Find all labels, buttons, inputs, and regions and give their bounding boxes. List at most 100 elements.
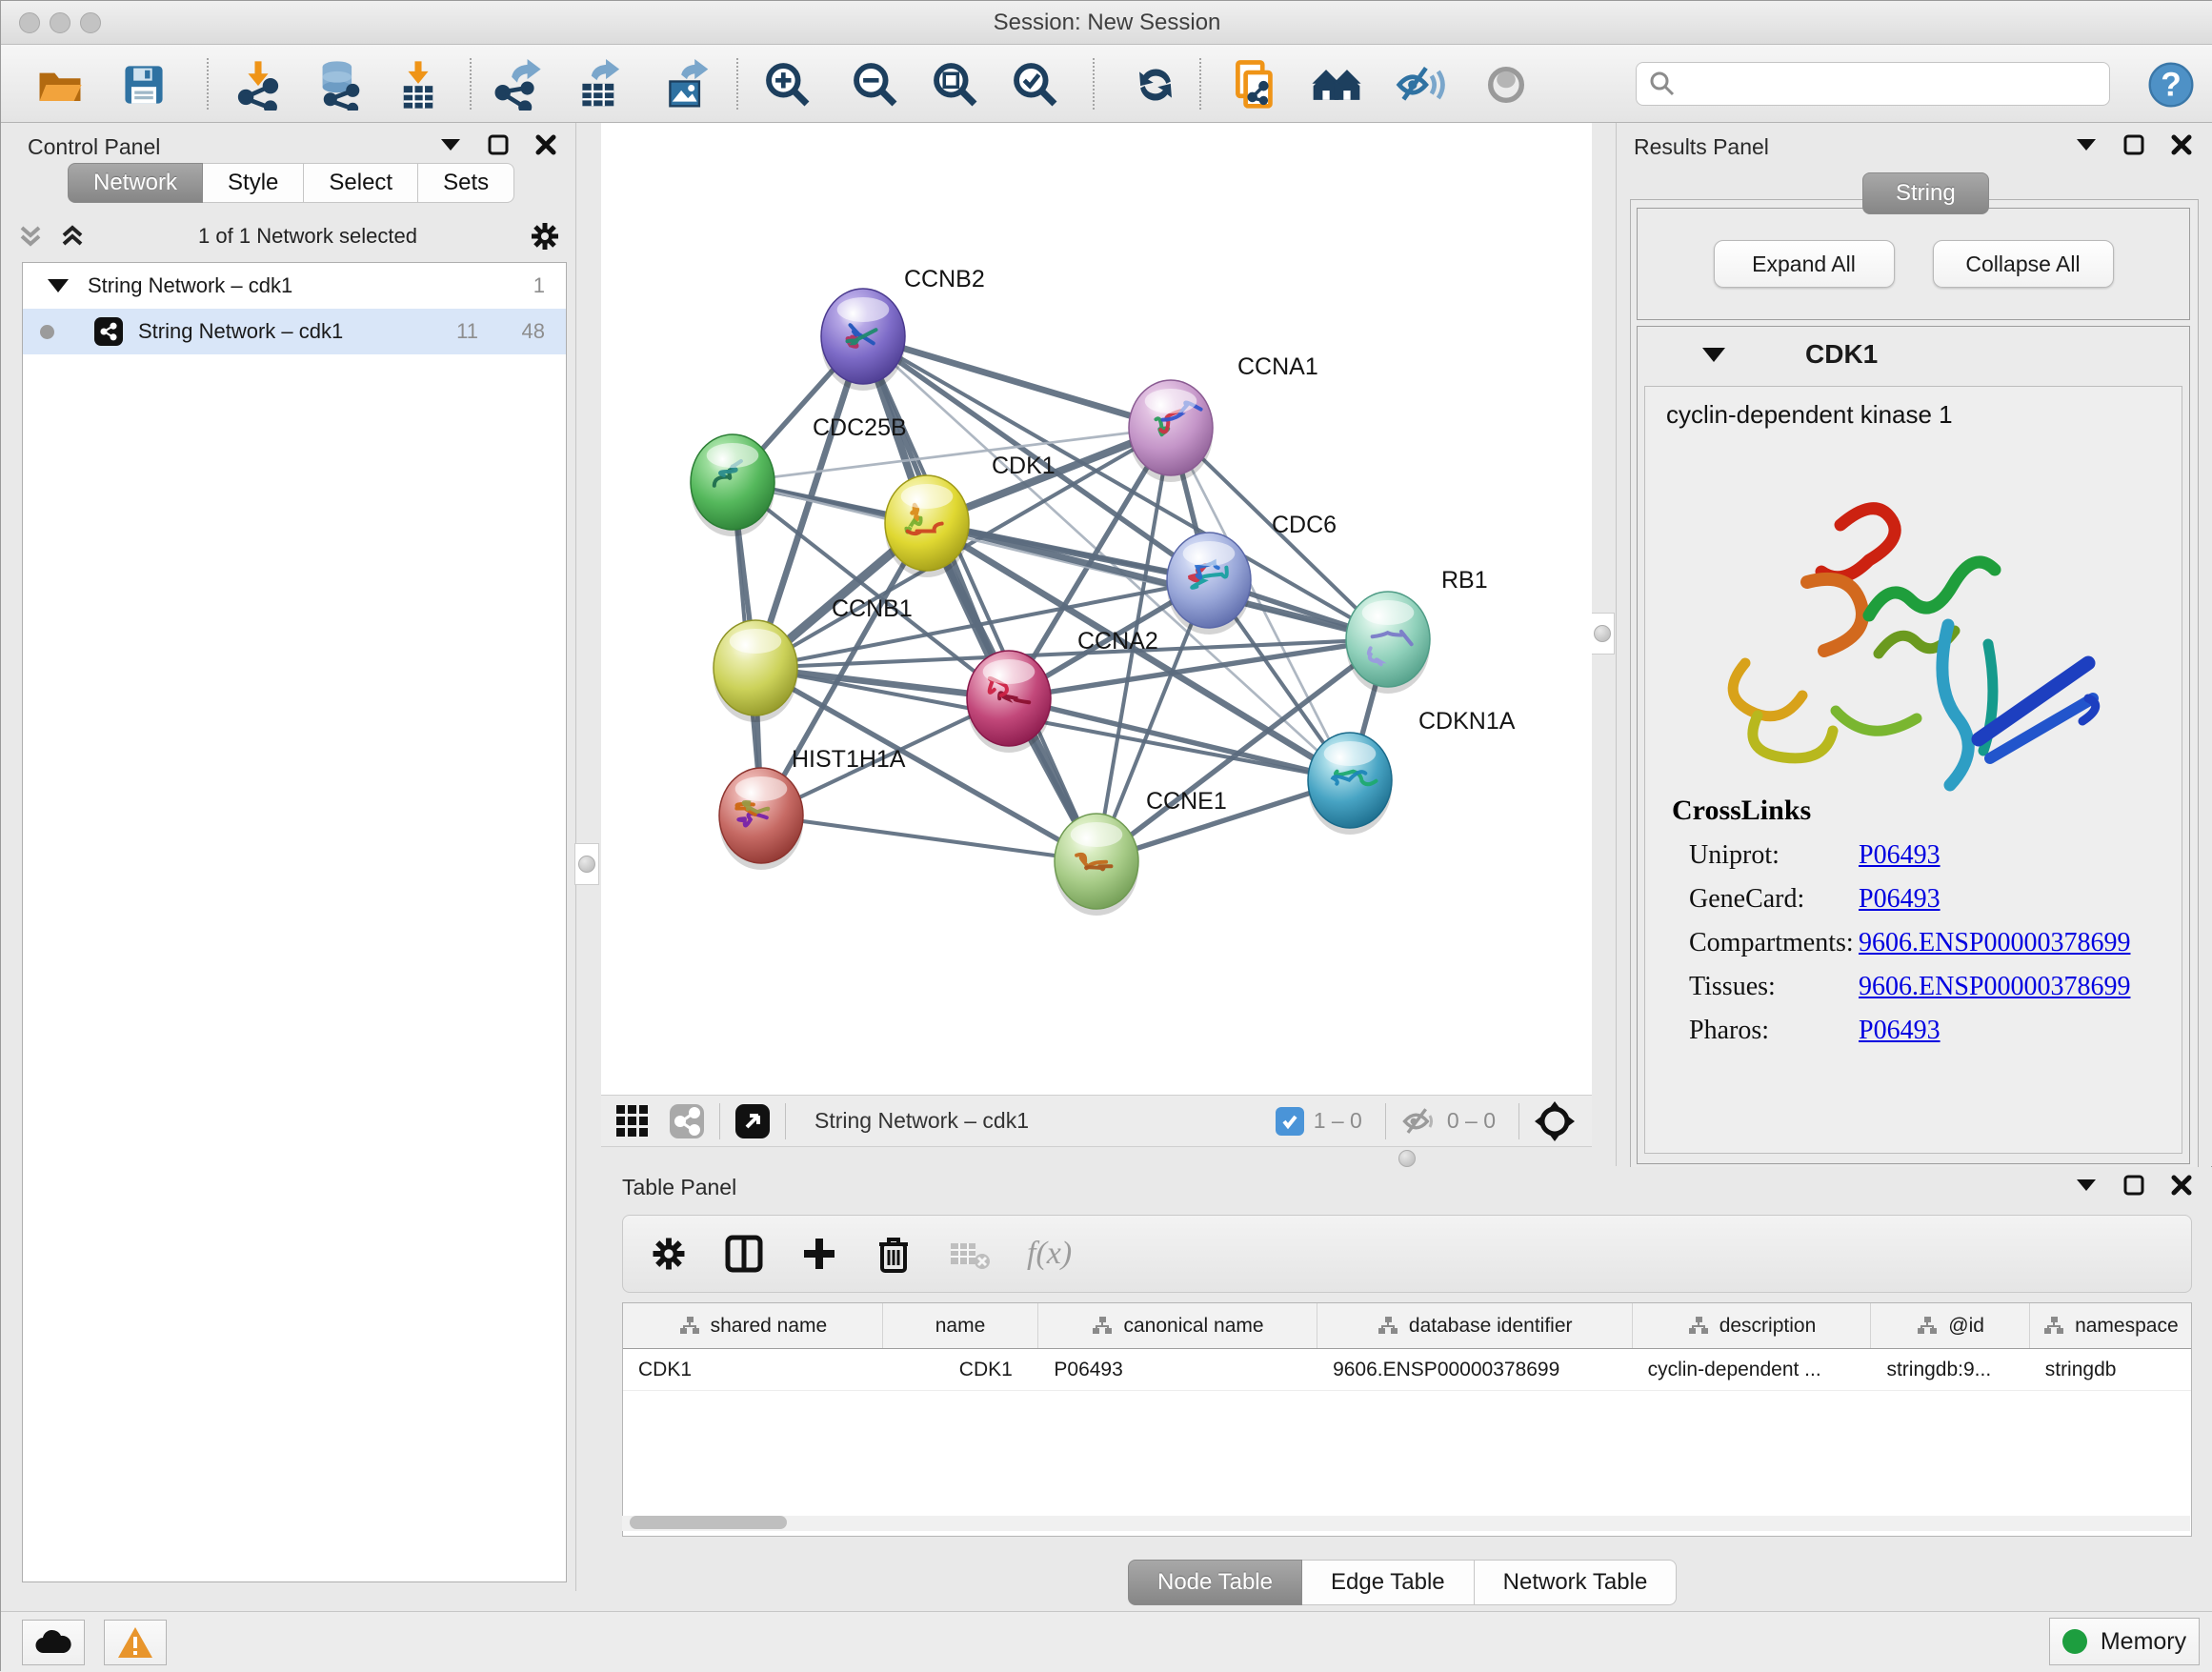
network-node-CDC6[interactable] [1167, 533, 1251, 635]
table-row[interactable]: CDK1 CDK1 P06493 9606.ENSP00000378699 cy… [623, 1349, 2191, 1391]
network-view-icon[interactable] [668, 1102, 706, 1140]
tab-string[interactable]: String [1862, 172, 1989, 214]
protein-structure-image [1693, 458, 2141, 801]
memory-button[interactable]: Memory [2049, 1618, 2200, 1665]
network-graph[interactable]: CCNB2CCNA1CDC25BCDK1CDC6RB1CCNB1CCNA2CDK… [601, 123, 1592, 1095]
tab-select[interactable]: Select [304, 163, 418, 203]
crosslink-tissues-link[interactable]: 9606.ENSP00000378699 [1859, 972, 2130, 1002]
network-node-CCNE1[interactable] [1055, 814, 1138, 916]
first-neighbors-button[interactable] [1310, 58, 1363, 111]
network-edge-HIST1H1A-CCNE1[interactable] [761, 816, 1096, 861]
import-network-database-button[interactable] [312, 58, 365, 111]
column-header-name[interactable]: name [883, 1303, 1038, 1348]
network-node-HIST1H1A[interactable] [719, 768, 803, 870]
column-header-database-identifier[interactable]: database identifier [1317, 1303, 1633, 1348]
network-node-RB1[interactable] [1346, 592, 1430, 694]
apply-layout-button[interactable] [1129, 58, 1182, 111]
zoom-fit-icon [930, 59, 981, 111]
network-canvas[interactable]: CCNB2CCNA1CDC25BCDK1CDC6RB1CCNB1CCNA2CDK… [601, 123, 1592, 1095]
column-header-canonical-name[interactable]: canonical name [1038, 1303, 1317, 1348]
gene-collapse-caret[interactable] [1702, 348, 1725, 362]
open-session-button[interactable] [33, 58, 87, 111]
float-panel-icon[interactable] [2122, 132, 2146, 157]
network-node-CCNB2[interactable] [821, 289, 905, 391]
float-panel-icon[interactable] [486, 132, 511, 157]
tab-network-table[interactable]: Network Table [1475, 1560, 1678, 1605]
export-network-button[interactable] [491, 58, 544, 111]
crosslink-uniprot-link[interactable]: P06493 [1859, 840, 1941, 871]
network-node-label-CCNA2: CCNA2 [1077, 628, 1158, 655]
selected-count: 1 – 0 [1314, 1108, 1362, 1134]
crosslink-genecard-link[interactable]: P06493 [1859, 884, 1941, 915]
table-horizontal-scrollbar[interactable] [622, 1516, 2190, 1531]
help-button[interactable]: ? [2144, 58, 2198, 111]
column-header-namespace[interactable]: namespace [2030, 1303, 2191, 1348]
save-session-button[interactable] [117, 58, 171, 111]
export-table-button[interactable] [573, 58, 626, 111]
close-panel-icon[interactable] [2169, 1173, 2194, 1198]
results-panel-title: Results Panel [1634, 134, 1769, 160]
zoom-fit-button[interactable] [929, 58, 982, 111]
zoom-selected-button[interactable] [1009, 58, 1062, 111]
expand-all-icon[interactable] [58, 222, 87, 251]
tab-node-table[interactable]: Node Table [1128, 1560, 1302, 1605]
cloud-button[interactable] [22, 1620, 85, 1665]
column-header-id[interactable]: @id [1871, 1303, 2029, 1348]
new-network-from-selection-button[interactable] [1228, 58, 1281, 111]
delete-column-trash-icon[interactable] [875, 1235, 913, 1273]
collapse-all-button[interactable]: Collapse All [1933, 240, 2114, 288]
panel-menu-icon[interactable] [2074, 132, 2099, 157]
network-node-CCNB1[interactable] [714, 620, 797, 722]
zoom-out-button[interactable] [849, 58, 902, 111]
network-node-CDC25B[interactable] [691, 434, 774, 536]
table-header-row: shared name name canonical name database… [623, 1303, 2191, 1349]
birds-eye-navigator-icon[interactable] [1533, 1099, 1577, 1143]
cell-canonical-name: P06493 [1038, 1349, 1317, 1390]
warnings-button[interactable] [104, 1620, 167, 1665]
zoom-in-button[interactable] [761, 58, 814, 111]
network-node-label-HIST1H1A: HIST1H1A [792, 746, 906, 773]
tab-edge-table[interactable]: Edge Table [1302, 1560, 1475, 1605]
horizontal-splitter-handle[interactable] [1398, 1150, 1416, 1167]
warning-icon [116, 1625, 154, 1660]
crosslink-pharos-link[interactable]: P06493 [1859, 1016, 1941, 1046]
hide-selected-button[interactable] [1394, 58, 1447, 111]
import-table-button[interactable] [392, 58, 445, 111]
expand-all-button[interactable]: Expand All [1714, 240, 1895, 288]
close-panel-icon[interactable] [2169, 132, 2194, 157]
close-panel-icon[interactable] [533, 132, 558, 157]
detach-view-icon[interactable] [734, 1102, 772, 1140]
show-all-button[interactable] [1479, 58, 1533, 111]
float-panel-icon[interactable] [2122, 1173, 2146, 1198]
add-column-icon[interactable] [800, 1235, 838, 1273]
network-edge-CCNB2-CCNA1[interactable] [863, 336, 1171, 428]
left-splitter-handle[interactable] [574, 843, 599, 885]
network-node-CCNA1[interactable] [1129, 380, 1213, 482]
network-collection-row[interactable]: String Network – cdk1 1 [23, 263, 566, 309]
crosslink-compartments-link[interactable]: 9606.ENSP00000378699 [1859, 928, 2130, 958]
network-row[interactable]: String Network – cdk1 11 48 [23, 309, 566, 354]
gear-icon[interactable] [529, 220, 561, 252]
table-options-gear-icon[interactable] [650, 1235, 688, 1273]
column-header-shared-name[interactable]: shared name [623, 1303, 883, 1348]
network-node-CDK1[interactable] [885, 475, 969, 577]
tree-caret-icon[interactable] [48, 279, 69, 292]
panel-menu-icon[interactable] [438, 132, 463, 157]
toolbar-separator [207, 58, 209, 110]
collapse-all-icon[interactable] [16, 222, 45, 251]
export-image-button[interactable] [660, 58, 714, 111]
selected-checkbox-icon[interactable] [1276, 1107, 1304, 1136]
column-header-description[interactable]: description [1633, 1303, 1872, 1348]
panel-menu-icon[interactable] [2074, 1173, 2099, 1198]
show-columns-icon[interactable] [724, 1234, 764, 1274]
tab-style[interactable]: Style [203, 163, 304, 203]
import-network-file-button[interactable] [231, 58, 285, 111]
network-node-CDKN1A[interactable] [1308, 733, 1392, 835]
network-node-CCNA2[interactable] [967, 651, 1051, 753]
delete-table-icon [949, 1238, 991, 1270]
view-grid-icon[interactable] [614, 1103, 651, 1139]
tab-sets[interactable]: Sets [418, 163, 514, 203]
search-input[interactable] [1677, 71, 2109, 96]
right-splitter-handle[interactable] [1590, 613, 1615, 655]
tab-network[interactable]: Network [68, 163, 203, 203]
